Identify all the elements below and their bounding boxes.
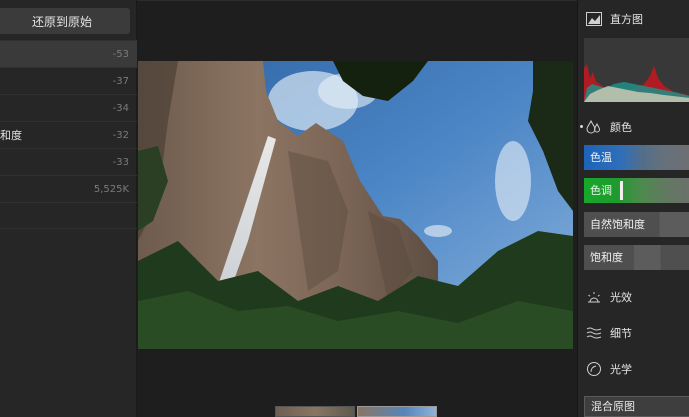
filmstrip-thumbnail[interactable] <box>275 406 355 417</box>
history-item-value: 5,525K <box>93 183 129 195</box>
tint-slider[interactable]: 色调 <box>584 178 689 203</box>
color-section-title: 颜色 <box>610 121 632 134</box>
optics-section-header[interactable]: 光学 <box>578 359 689 379</box>
detail-section-header[interactable]: 细节 <box>578 323 689 343</box>
histogram-header[interactable]: 直方图 <box>578 9 689 29</box>
history-item[interactable]: -34 <box>0 94 137 121</box>
canvas-divider <box>137 0 577 1</box>
light-section-header[interactable]: 光效 <box>578 287 689 307</box>
adjust-panel: 直方图 颜色 色温 色调 自然饱和度 饱和度 光效 细节 光学 混合原图 <box>577 0 689 417</box>
histogram-graph <box>584 38 689 102</box>
history-item-value: -34 <box>112 102 129 114</box>
detail-icon <box>586 325 602 341</box>
optics-section-title: 光学 <box>610 363 632 376</box>
temperature-label: 色温 <box>590 151 612 164</box>
saturation-label: 饱和度 <box>590 251 623 264</box>
history-item[interactable]: -37 <box>0 67 137 94</box>
history-item[interactable] <box>0 202 137 229</box>
history-item-label: 和度 <box>0 129 22 142</box>
light-section-title: 光效 <box>610 291 632 304</box>
filmstrip-thumbnail-selected[interactable] <box>357 406 437 417</box>
revert-to-original-button[interactable]: 还原到原始 <box>0 8 130 34</box>
vibrance-slider[interactable]: 自然饱和度 <box>584 212 689 237</box>
waterfall-photo <box>138 61 573 349</box>
history-item-value: -32 <box>112 129 129 141</box>
history-item[interactable]: -33 <box>0 148 137 175</box>
drops-icon <box>586 119 602 135</box>
tint-label: 色调 <box>590 184 612 197</box>
history-item-value: -37 <box>112 75 129 87</box>
optics-icon <box>586 361 602 377</box>
temperature-slider[interactable]: 色温 <box>584 145 689 170</box>
image-canvas <box>137 0 577 417</box>
photo-preview[interactable] <box>138 61 573 349</box>
light-icon <box>586 289 602 305</box>
histogram-icon <box>586 11 602 27</box>
saturation-slider[interactable]: 饱和度 <box>584 245 689 270</box>
history-item-value: -33 <box>112 156 129 168</box>
vibrance-label: 自然饱和度 <box>590 218 645 231</box>
history-item[interactable]: 5,525K <box>0 175 137 202</box>
history-item-value: -53 <box>112 48 129 60</box>
history-list: -53 -37 -34 和度 -32 -33 5,525K <box>0 40 137 229</box>
history-item[interactable]: 和度 -32 <box>0 121 137 148</box>
detail-section-title: 细节 <box>610 327 632 340</box>
color-section-header[interactable]: 颜色 <box>578 117 689 137</box>
tint-slider-handle[interactable] <box>620 181 623 200</box>
blend-original-label: 混合原图 <box>591 400 635 413</box>
blend-original-button[interactable]: 混合原图 <box>584 396 689 417</box>
history-panel: 还原到原始 -53 -37 -34 和度 -32 -33 5,525K <box>0 0 137 417</box>
histogram-title: 直方图 <box>610 13 643 26</box>
history-item[interactable]: -53 <box>0 40 137 67</box>
